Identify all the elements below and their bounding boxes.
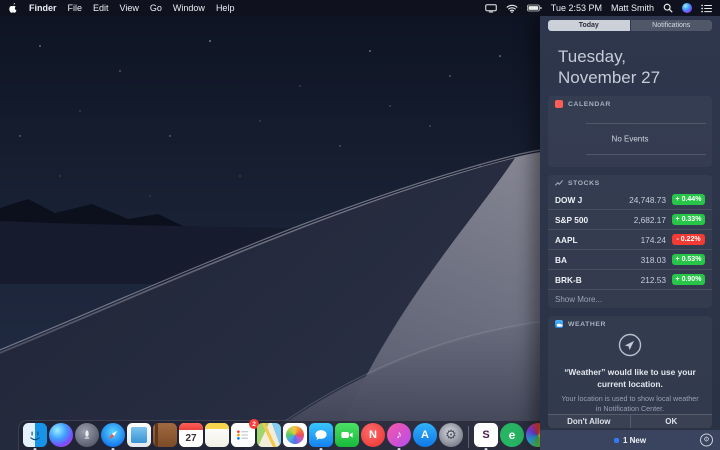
calendar-widget-title: CALENDAR bbox=[568, 100, 611, 108]
stocks-show-more[interactable]: Show More... bbox=[548, 289, 712, 308]
display-mirroring-icon[interactable] bbox=[485, 3, 497, 13]
dock-photos[interactable] bbox=[283, 423, 307, 447]
stock-change-badge: + 0.44% bbox=[672, 194, 705, 206]
location-permission-title: “Weather” would like to use your current… bbox=[564, 367, 696, 389]
dock-calendar-day: 27 bbox=[185, 432, 197, 444]
dock-notes[interactable] bbox=[205, 423, 229, 447]
tab-today[interactable]: Today bbox=[548, 20, 630, 31]
stock-symbol: DOW J bbox=[555, 194, 583, 205]
dock-news[interactable]: N bbox=[361, 423, 385, 447]
dock-maps[interactable] bbox=[257, 423, 281, 447]
new-notifications-dot bbox=[613, 437, 619, 443]
spotlight-search-icon[interactable] bbox=[663, 3, 673, 13]
menu-bar-user[interactable]: Matt Smith bbox=[611, 3, 654, 13]
notification-center-tabs: Today Notifications bbox=[548, 20, 712, 31]
apple-menu-icon[interactable] bbox=[8, 2, 18, 14]
desktop: Finder File Edit View Go Window Help Tue… bbox=[0, 0, 720, 450]
menu-help[interactable]: Help bbox=[216, 3, 235, 13]
dock-app-store[interactable]: A bbox=[413, 423, 437, 447]
menu-bar: Finder File Edit View Go Window Help Tue… bbox=[0, 0, 720, 16]
today-date: Tuesday, November 27 bbox=[558, 46, 720, 88]
weather-widget-icon bbox=[555, 320, 563, 329]
siri-menu-icon[interactable] bbox=[682, 3, 692, 13]
stock-row[interactable]: BA 318.03 + 0.53% bbox=[548, 249, 712, 269]
menu-bar-clock[interactable]: Tue 2:53 PM bbox=[551, 3, 602, 13]
stock-symbol: BRK-B bbox=[555, 274, 582, 285]
dock-finder[interactable] bbox=[23, 423, 47, 447]
dock-mail[interactable] bbox=[127, 423, 151, 447]
dock-system-preferences[interactable]: ⚙ bbox=[439, 423, 463, 447]
appstore-letter: A bbox=[421, 429, 429, 441]
new-notifications-count[interactable]: 1 New bbox=[623, 436, 646, 445]
dock-calendar[interactable]: 27 bbox=[179, 423, 203, 447]
dock-contacts[interactable] bbox=[153, 423, 177, 447]
date-line-2: November 27 bbox=[558, 68, 661, 88]
calendar-widget: CALENDAR No Events bbox=[548, 96, 712, 168]
weather-widget: WEATHER “Weather” would like to use your… bbox=[548, 316, 713, 429]
menu-edit[interactable]: Edit bbox=[93, 3, 109, 13]
menu-file[interactable]: File bbox=[68, 3, 83, 13]
news-letter: N bbox=[369, 429, 377, 441]
dock-messages[interactable] bbox=[309, 423, 333, 447]
itunes-note-glyph: ♪ bbox=[396, 429, 402, 441]
menu-view[interactable]: View bbox=[120, 3, 139, 13]
stocks-widget: STOCKS DOW J 24,748.73 + 0.44% S&P 500 2… bbox=[548, 175, 712, 309]
evernote-letter: e bbox=[508, 428, 516, 442]
notification-settings-icon[interactable]: ⚙ bbox=[700, 433, 713, 447]
stocks-widget-icon bbox=[555, 179, 563, 187]
mail-stamp-graphic bbox=[131, 427, 147, 443]
dock-safari[interactable] bbox=[101, 423, 125, 447]
calendar-empty-label: No Events bbox=[611, 134, 649, 144]
battery-icon[interactable] bbox=[526, 4, 542, 12]
stock-row[interactable]: S&P 500 2,682.17 + 0.33% bbox=[548, 209, 712, 229]
dock-evernote[interactable]: e bbox=[500, 423, 524, 447]
photos-pinwheel-graphic bbox=[286, 426, 304, 444]
stocks-widget-title: STOCKS bbox=[568, 179, 600, 187]
stock-price: 2,682.17 bbox=[633, 214, 666, 225]
notification-center-icon[interactable] bbox=[701, 4, 712, 13]
stock-change-badge: - 0.22% bbox=[672, 234, 705, 246]
stock-change-badge: + 0.33% bbox=[672, 214, 705, 226]
menu-go[interactable]: Go bbox=[150, 3, 162, 13]
wifi-icon[interactable] bbox=[506, 4, 518, 13]
notification-center-footer: 1 New ⚙ bbox=[540, 429, 720, 450]
calendar-separator bbox=[586, 123, 706, 125]
dock-reminders[interactable]: 2 bbox=[231, 419, 259, 447]
stock-change-badge: + 0.53% bbox=[672, 254, 705, 266]
ok-button[interactable]: OK bbox=[629, 415, 713, 429]
stock-row[interactable]: BRK-B 212.53 + 0.90% bbox=[548, 269, 712, 289]
stock-symbol: AAPL bbox=[555, 234, 578, 245]
dock-siri[interactable] bbox=[49, 423, 73, 447]
weather-widget-title: WEATHER bbox=[568, 320, 607, 328]
stock-symbol: BA bbox=[555, 254, 567, 265]
tab-notifications[interactable]: Notifications bbox=[630, 20, 712, 31]
gear-icon: ⚙ bbox=[445, 427, 457, 442]
stock-price: 24,748.73 bbox=[629, 194, 666, 205]
menu-window[interactable]: Window bbox=[173, 3, 205, 13]
menu-finder[interactable]: Finder bbox=[29, 3, 57, 13]
dock: 27 2 N ♪ A ⚙ S e bbox=[18, 419, 566, 450]
stock-symbol: S&P 500 bbox=[555, 214, 589, 225]
dock-launchpad[interactable] bbox=[75, 423, 99, 447]
dock-slack[interactable]: S bbox=[474, 423, 498, 447]
stock-price: 212.53 bbox=[640, 274, 666, 285]
location-arrow-icon bbox=[618, 333, 642, 357]
slack-letter: S bbox=[482, 429, 490, 441]
stock-price: 174.24 bbox=[640, 234, 666, 245]
dock-divider bbox=[468, 425, 469, 448]
dont-allow-button[interactable]: Don't Allow bbox=[548, 415, 630, 428]
date-line-1: Tuesday, bbox=[558, 47, 627, 66]
dock-itunes[interactable]: ♪ bbox=[387, 423, 411, 447]
stock-change-badge: + 0.90% bbox=[672, 274, 705, 286]
stock-price: 318.03 bbox=[640, 254, 666, 265]
calendar-widget-icon bbox=[555, 100, 563, 109]
stock-row[interactable]: DOW J 24,748.73 + 0.44% bbox=[548, 190, 712, 209]
location-permission-body: Your location is used to show local weat… bbox=[561, 393, 699, 413]
notification-center: Today Notifications Tuesday, November 27… bbox=[540, 16, 720, 450]
dock-facetime[interactable] bbox=[335, 423, 359, 447]
calendar-separator bbox=[586, 154, 706, 156]
stock-row[interactable]: AAPL 174.24 - 0.22% bbox=[548, 229, 712, 249]
